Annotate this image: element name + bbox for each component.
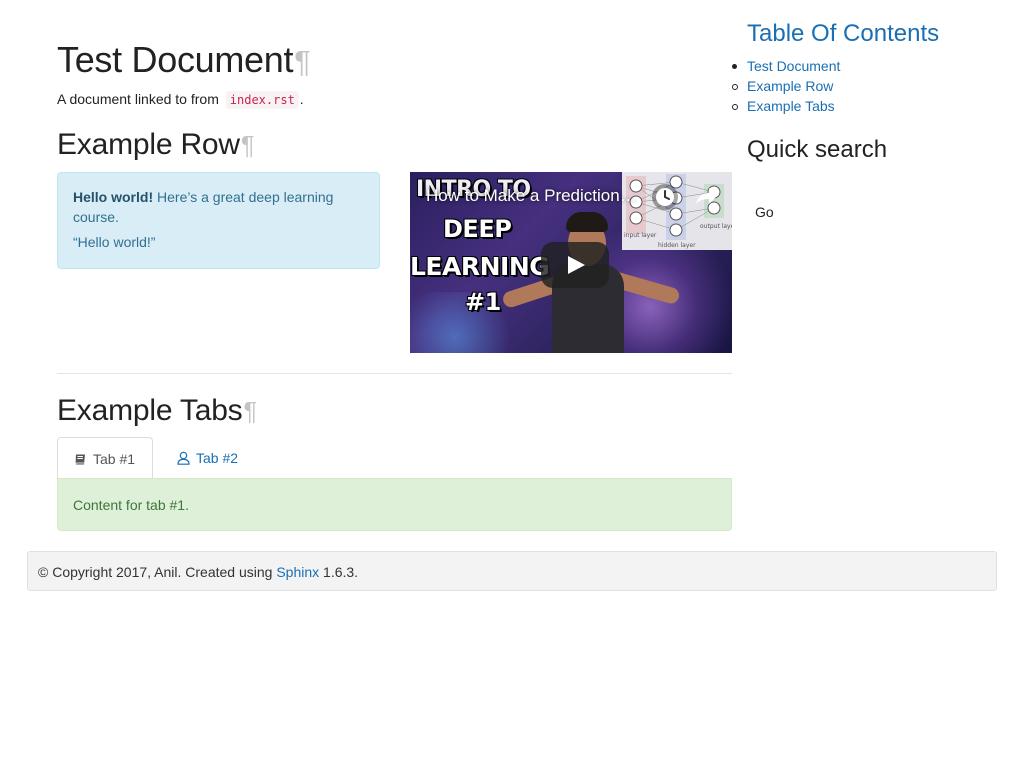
tab-bar: Tab #1 Tab #2 (57, 437, 732, 480)
search-input[interactable] (747, 176, 977, 204)
video-title[interactable]: How to Make a Prediction… (426, 184, 646, 208)
toc-item-example-tabs[interactable]: Example Tabs (731, 96, 840, 116)
example-tabs-heading: Example Tabs¶ (57, 394, 257, 427)
permalink-pilcrow[interactable]: ¶ (241, 132, 255, 160)
thumbnail-text: DEEP (443, 215, 512, 243)
toc-title[interactable]: Table Of Contents (747, 20, 939, 48)
tab-label: Tab #1 (93, 451, 136, 467)
index-rst-code: index.rst (225, 91, 299, 109)
example-row-heading: Example Row¶ (57, 128, 255, 161)
toc-item-example-row[interactable]: Example Row (731, 76, 840, 96)
go-button[interactable]: Go (747, 200, 781, 224)
alert-bold-text: Hello world! (73, 189, 154, 205)
tab-label: Tab #2 (196, 450, 239, 466)
share-icon[interactable] (690, 184, 720, 210)
divider (57, 373, 732, 374)
alert-quote: “Hello world!” (73, 234, 156, 250)
copyright-text: © Copyright 2017, Anil. Created using (38, 564, 277, 580)
thumbnail-text: #1 (465, 288, 501, 316)
watch-later-icon[interactable] (652, 184, 678, 210)
tab-2[interactable]: Tab #2 (161, 437, 254, 479)
quick-search-title: Quick search (747, 136, 888, 163)
tab-content: Content for tab #1. (57, 478, 732, 531)
permalink-pilcrow[interactable]: ¶ (294, 45, 310, 79)
page-title: Test Document¶ (57, 39, 311, 80)
permalink-pilcrow[interactable]: ¶ (243, 398, 257, 426)
info-alert: Hello world! Here’s a great deep learnin… (57, 172, 380, 269)
diagram-label: hidden layer (658, 242, 696, 249)
tab-1[interactable]: Tab #1 (57, 437, 153, 480)
version-text: 1.6.3. (319, 564, 359, 580)
diagram-label: output layer (700, 223, 732, 230)
thumbnail-text: LEARNING (410, 252, 550, 281)
sphinx-link[interactable]: Sphinx (276, 564, 319, 580)
diagram-label: input layer (624, 232, 657, 239)
intro-paragraph: A document linked to from index.rst. (57, 91, 304, 109)
user-icon (177, 451, 190, 465)
footer: © Copyright 2017, Anil. Created using Sp… (27, 551, 997, 591)
book-icon (75, 454, 85, 465)
toc-item-test-document[interactable]: Test Document (731, 56, 840, 76)
youtube-video-embed[interactable]: INTRO TO DEEP LEARNING #1 input layer hi… (410, 172, 732, 353)
toc-list: Test Document Example Row Example Tabs (731, 56, 840, 116)
play-button[interactable] (541, 242, 609, 288)
